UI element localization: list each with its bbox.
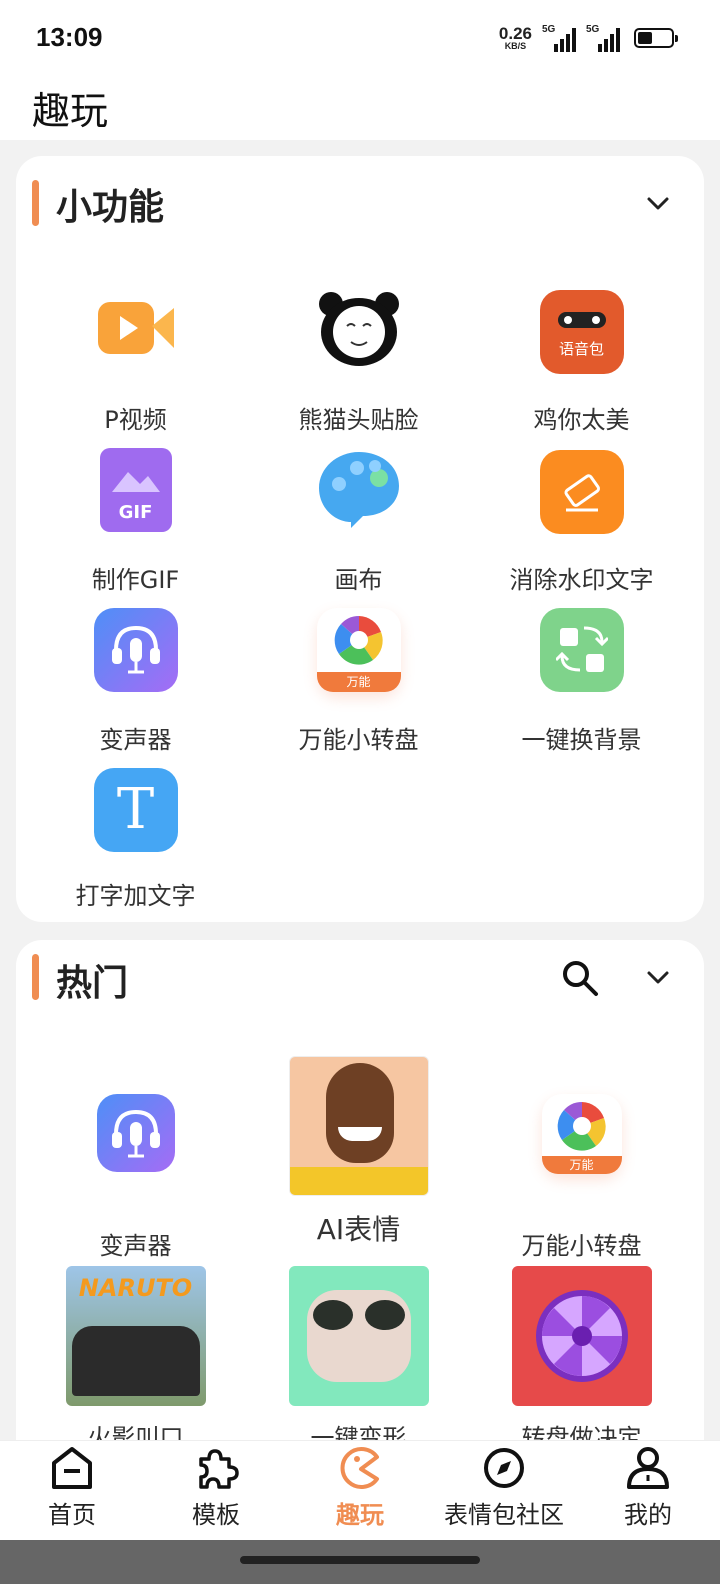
nav-label: 表情包社区 bbox=[444, 1501, 564, 1529]
feature-item[interactable]: GIF 制作GIF bbox=[21, 448, 250, 598]
feature-label: 变声器 bbox=[99, 726, 172, 754]
nav-home[interactable]: 首页 bbox=[0, 1441, 144, 1541]
swap-background-icon bbox=[539, 608, 624, 692]
feature-item[interactable]: 万能 万能小转盘 bbox=[244, 608, 473, 758]
small-features-card: 小功能 P视频 熊猫头贴脸 语音包 鸡你太美 GIF 制作GIF 画布 消除水印… bbox=[16, 156, 704, 922]
app-bar: 趣玩 bbox=[0, 78, 720, 140]
nav-label: 首页 bbox=[48, 1501, 96, 1529]
feature-item[interactable]: T 打字加文字 bbox=[21, 768, 250, 918]
feature-label: 万能小转盘 bbox=[298, 726, 419, 754]
feature-label: 消除水印文字 bbox=[509, 566, 654, 594]
status-icons: 0.26 KB/S 5G 5G bbox=[499, 24, 678, 52]
hot-item[interactable]: 转盘做决定 bbox=[467, 1266, 696, 1460]
gif-file-icon: GIF bbox=[99, 448, 172, 532]
nav-label: 模板 bbox=[192, 1501, 240, 1529]
feature-label: 鸡你太美 bbox=[533, 406, 630, 434]
network-speed-value: 0.26 bbox=[498, 24, 532, 43]
feature-label: 一键换背景 bbox=[521, 726, 642, 754]
spin-wheel-icon: 万能 bbox=[316, 608, 401, 692]
hot-label: 变声器 bbox=[99, 1232, 172, 1260]
feature-item[interactable]: 熊猫头贴脸 bbox=[244, 286, 473, 436]
voice-pack-badge: 语音包 bbox=[558, 340, 604, 358]
feature-label: 画布 bbox=[334, 566, 383, 594]
feature-item[interactable]: P视频 bbox=[21, 286, 250, 436]
eraser-icon bbox=[539, 450, 624, 534]
home-indicator[interactable] bbox=[240, 1556, 480, 1564]
search-icon[interactable] bbox=[560, 958, 600, 998]
hot-section-card: 热门 变声器 AI表情 万能 万能小转盘 NARUTO 火影叫口 一键变形 转盘… bbox=[16, 940, 704, 1460]
hot-item[interactable]: AI表情 bbox=[244, 1056, 473, 1256]
gesture-bar bbox=[0, 1540, 720, 1584]
nav-templates[interactable]: 模板 bbox=[144, 1441, 288, 1541]
hot-item[interactable]: NARUTO 火影叫口 bbox=[21, 1266, 250, 1460]
status-time: 13:09 bbox=[36, 22, 103, 52]
feature-item[interactable]: 变声器 bbox=[21, 608, 250, 758]
hot-label: 万能小转盘 bbox=[521, 1232, 642, 1260]
nav-profile[interactable]: 我的 bbox=[576, 1441, 720, 1541]
feature-label: 打字加文字 bbox=[75, 882, 196, 910]
text-t-icon: T bbox=[93, 768, 178, 852]
feature-item[interactable]: 一键换背景 bbox=[467, 608, 696, 758]
feature-label: P视频 bbox=[104, 406, 167, 434]
bottom-nav: 首页 模板 趣玩 表情包社区 我的 bbox=[0, 1440, 720, 1540]
chevron-down-icon[interactable] bbox=[646, 966, 670, 990]
microphone-icon bbox=[93, 608, 178, 692]
hot-item[interactable]: 万能 万能小转盘 bbox=[467, 1090, 696, 1260]
puzzle-icon bbox=[199, 1449, 239, 1489]
nav-fun[interactable]: 趣玩 bbox=[288, 1441, 432, 1541]
panda-face-icon bbox=[318, 292, 399, 366]
signal-icon: 5G bbox=[542, 24, 576, 52]
signal-icon: 5G bbox=[586, 24, 620, 52]
nav-community[interactable]: 表情包社区 bbox=[432, 1441, 576, 1541]
ai-face-thumbnail bbox=[288, 1056, 429, 1196]
gif-badge: GIF bbox=[118, 502, 153, 523]
chevron-down-icon[interactable] bbox=[646, 192, 670, 216]
naruto-thumbnail: NARUTO bbox=[65, 1266, 206, 1406]
section-accent-bar bbox=[32, 180, 39, 226]
wheel-badge: 万能 bbox=[316, 672, 401, 692]
naruto-logo-text: NARUTO bbox=[78, 1274, 193, 1302]
hot-label: AI表情 bbox=[316, 1213, 401, 1246]
network-speed-unit: KB/S bbox=[504, 41, 527, 51]
feature-label: 制作GIF bbox=[91, 566, 180, 594]
feature-item[interactable]: 画布 bbox=[244, 448, 473, 598]
hot-item[interactable]: 变声器 bbox=[21, 1090, 250, 1260]
palette-icon bbox=[318, 452, 399, 528]
pacman-icon bbox=[340, 1447, 379, 1489]
feature-item[interactable]: 消除水印文字 bbox=[467, 448, 696, 598]
microphone-icon bbox=[96, 1094, 175, 1172]
feature-item[interactable]: 语音包 鸡你太美 bbox=[467, 286, 696, 436]
feature-label: 熊猫头贴脸 bbox=[298, 406, 419, 434]
spin-wheel-icon: 万能 bbox=[541, 1094, 622, 1174]
battery-icon bbox=[634, 28, 678, 48]
purple-wheel-thumbnail bbox=[511, 1266, 652, 1406]
alien-face-thumbnail bbox=[288, 1266, 429, 1406]
home-icon bbox=[52, 1447, 92, 1489]
profile-icon bbox=[627, 1447, 669, 1489]
section-header: 小功能 bbox=[16, 156, 704, 256]
video-camera-icon bbox=[97, 302, 174, 354]
network-speed: 0.26 KB/S bbox=[499, 25, 532, 51]
nav-label: 我的 bbox=[624, 1501, 672, 1529]
hot-item[interactable]: 一键变形 bbox=[244, 1266, 473, 1460]
text-t-glyph: T bbox=[116, 777, 155, 842]
wheel-badge: 万能 bbox=[541, 1156, 622, 1174]
voice-pack-icon: 语音包 bbox=[539, 290, 624, 374]
section-header: 热门 bbox=[16, 940, 704, 1040]
nav-label: 趣玩 bbox=[336, 1501, 384, 1529]
section-title: 热门 bbox=[56, 963, 129, 1004]
section-title: 小功能 bbox=[56, 187, 165, 228]
compass-icon bbox=[484, 1448, 524, 1488]
status-bar: 13:09 0.26 KB/S 5G 5G bbox=[0, 0, 720, 78]
page-title: 趣玩 bbox=[32, 89, 109, 133]
section-accent-bar bbox=[32, 954, 39, 1000]
